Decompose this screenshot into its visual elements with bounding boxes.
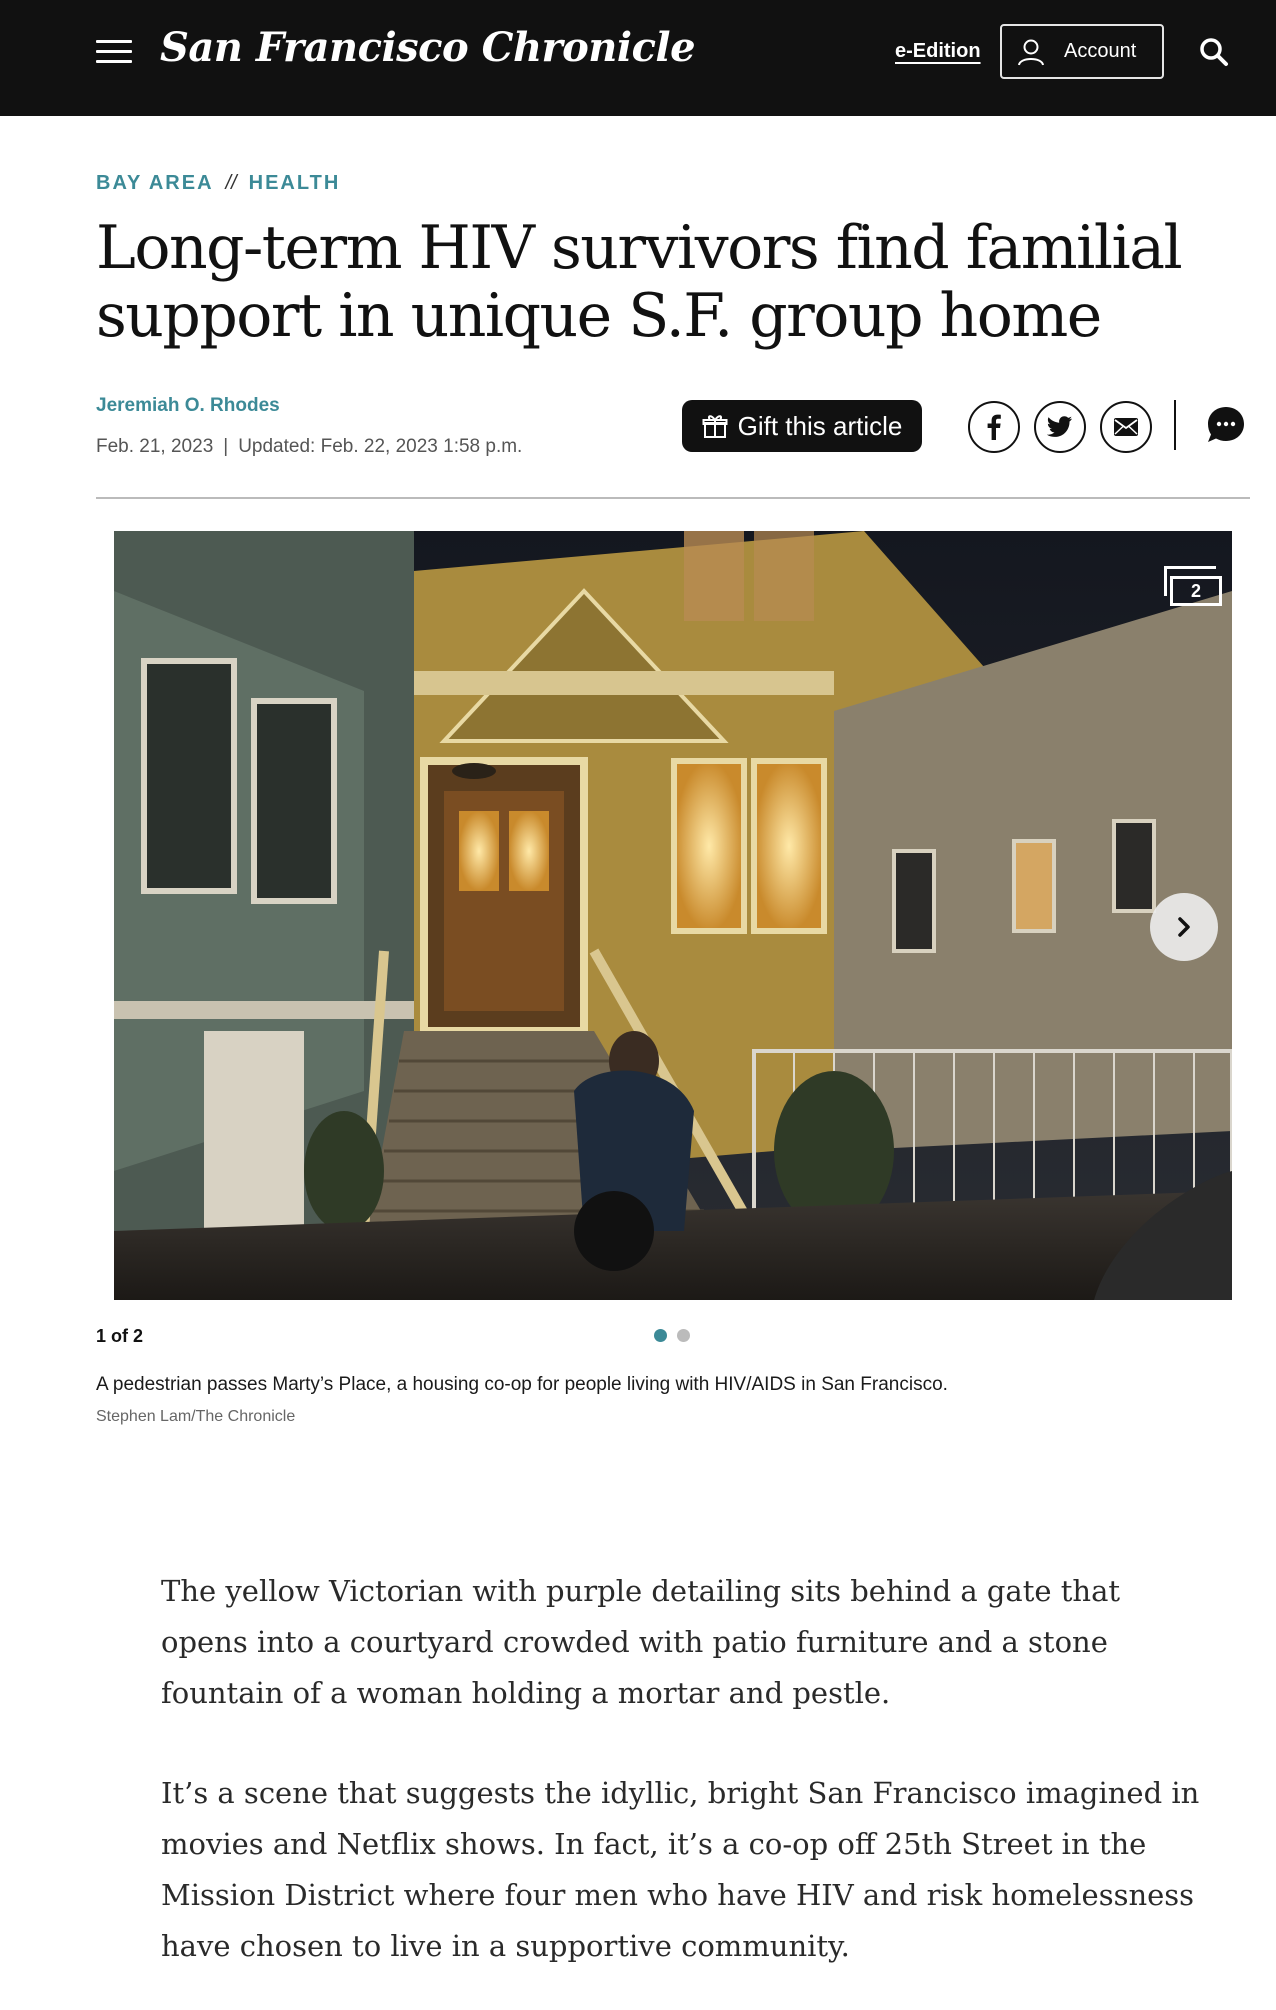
gift-icon bbox=[702, 415, 728, 438]
gallery-photo-count: 2 bbox=[1170, 576, 1222, 606]
gallery-dot-2[interactable] bbox=[677, 1329, 690, 1342]
search-icon[interactable] bbox=[1198, 36, 1230, 68]
section-breadcrumb: BAY AREA // HEALTH bbox=[96, 172, 340, 195]
twitter-icon[interactable] bbox=[1034, 401, 1086, 453]
gift-label: Gift this article bbox=[737, 410, 903, 441]
published-date: Feb. 21, 2023 bbox=[96, 436, 214, 457]
header-divider bbox=[96, 497, 1250, 499]
e-edition-link[interactable]: e-Edition bbox=[895, 40, 981, 63]
hamburger-menu-icon[interactable] bbox=[96, 40, 132, 64]
chevron-right-icon bbox=[1178, 917, 1190, 937]
section-link-health[interactable]: HEALTH bbox=[249, 172, 341, 195]
gallery-stack-icon[interactable]: 2 bbox=[1164, 566, 1224, 608]
user-icon bbox=[1018, 39, 1044, 65]
photo-caption: A pedestrian passes Marty’s Place, a hou… bbox=[96, 1374, 948, 1395]
article-paragraph: It’s a scene that suggests the idyllic, … bbox=[161, 1776, 1200, 1963]
article-dates: Feb. 21, 2023 | Updated: Feb. 22, 2023 1:5… bbox=[96, 436, 522, 458]
section-link-bay-area[interactable]: BAY AREA bbox=[96, 172, 214, 195]
article-paragraph: The yellow Victorian with purple detaili… bbox=[161, 1574, 1121, 1710]
author-link[interactable]: Jeremiah O. Rhodes bbox=[96, 395, 280, 417]
account-label: Account bbox=[1064, 40, 1137, 62]
site-logo[interactable]: San Francisco Chronicle bbox=[160, 24, 696, 71]
email-icon[interactable] bbox=[1100, 401, 1152, 453]
gift-article-button[interactable]: Gift this article bbox=[682, 400, 922, 452]
date-separator: | bbox=[223, 436, 229, 457]
gallery-dots bbox=[654, 1329, 690, 1342]
share-divider bbox=[1174, 400, 1176, 450]
photo-credit: Stephen Lam/The Chronicle bbox=[96, 1408, 296, 1425]
updated-date: Updated: Feb. 22, 2023 1:58 p.m. bbox=[238, 436, 523, 457]
gallery-dot-1[interactable] bbox=[654, 1329, 667, 1342]
article-headline: Long-term HIV survivors find familial su… bbox=[96, 213, 1183, 351]
section-separator: // bbox=[225, 172, 237, 194]
gallery-photo[interactable] bbox=[114, 531, 1232, 1300]
facebook-icon[interactable] bbox=[968, 401, 1020, 453]
gallery-position: 1 of 2 bbox=[96, 1326, 144, 1346]
victorian-house-image bbox=[114, 531, 1232, 1300]
site-header: San Francisco Chronicle e-Edition Accoun… bbox=[0, 0, 1276, 116]
gallery-next-button[interactable] bbox=[1150, 893, 1218, 961]
comment-icon[interactable] bbox=[1206, 405, 1246, 445]
account-button[interactable]: Account bbox=[1000, 24, 1164, 79]
